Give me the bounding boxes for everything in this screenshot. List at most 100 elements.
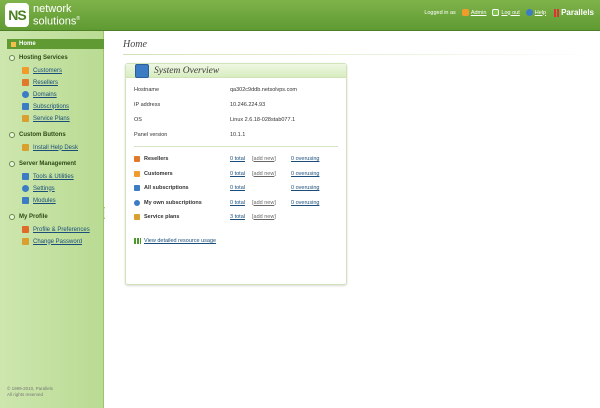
sidebar-item-customers[interactable]: Customers	[22, 67, 62, 74]
resource-total-link[interactable]: 0 total	[230, 171, 245, 177]
group-label: Custom Buttons	[19, 132, 66, 138]
resource-overusing-link[interactable]: 0 overusing	[291, 200, 319, 206]
resource-add-new[interactable]: [add new]	[252, 200, 276, 206]
logo-mark: NS	[5, 3, 29, 27]
logged-in-as-label: Logged in as	[424, 9, 456, 16]
tools-icon	[22, 173, 29, 180]
group-label: Hosting Services	[19, 55, 68, 61]
sidebar-item-label[interactable]: Domains	[33, 92, 57, 98]
sidebar-item-label[interactable]: Tools & Utilities	[33, 174, 74, 180]
help-desk-icon	[22, 144, 29, 151]
resource-add-new[interactable]: [add new]	[252, 171, 276, 177]
main-content: Home System Overview Hostname qa302c9ddb…	[105, 31, 600, 408]
sidebar-item-settings[interactable]: Settings	[22, 185, 55, 192]
subscriptions-icon	[134, 185, 140, 191]
parallels-brand[interactable]: Parallels	[554, 8, 594, 17]
sidebar-item-profile-preferences[interactable]: Profile & Preferences	[22, 226, 90, 233]
title-divider	[123, 54, 595, 55]
info-value: qa302c9ddb.netsolvps.com	[230, 87, 297, 93]
sidebar-item-service-plans[interactable]: Service Plans	[22, 115, 70, 122]
sidebar-item-label[interactable]: Resellers	[33, 80, 58, 86]
sidebar: Home Hosting Services Customers Reseller…	[0, 31, 104, 408]
logout-icon	[492, 9, 500, 16]
group-label: My Profile	[19, 214, 48, 220]
group-my-profile[interactable]: My Profile	[9, 214, 48, 220]
group-server-management[interactable]: Server Management	[9, 161, 76, 167]
brand-label: Parallels	[561, 8, 594, 17]
collapse-group-icon	[9, 132, 15, 138]
sidebar-item-label[interactable]: Profile & Preferences	[33, 227, 90, 233]
help-label[interactable]: Help	[535, 10, 546, 16]
logout-link[interactable]: Log out	[492, 9, 520, 16]
resource-usage-link[interactable]: View detailed resource usage	[134, 238, 216, 244]
resource-total-link[interactable]: 0 total	[230, 156, 245, 162]
sidebar-item-subscriptions[interactable]: Subscriptions	[22, 103, 69, 110]
service-plans-icon	[22, 115, 29, 122]
info-label: Hostname	[134, 87, 160, 93]
system-overview-icon	[135, 64, 149, 78]
resource-total-link[interactable]: 0 total	[230, 185, 245, 191]
info-value: 10.1.1	[230, 132, 246, 138]
sidebar-item-tools-utilities[interactable]: Tools & Utilities	[22, 173, 74, 180]
sidebar-item-modules[interactable]: Modules	[22, 197, 56, 204]
sidebar-item-home[interactable]: Home	[7, 39, 104, 49]
sidebar-item-change-password[interactable]: Change Password	[22, 238, 82, 245]
info-label: Panel version	[134, 132, 168, 138]
resource-name: All subscriptions	[144, 185, 189, 191]
sidebar-item-label[interactable]: Modules	[33, 198, 56, 204]
group-label: Server Management	[19, 161, 77, 167]
resource-name: My own subscriptions	[144, 200, 202, 206]
settings-icon	[22, 185, 29, 192]
resource-overusing-link[interactable]: 0 overusing	[291, 185, 319, 191]
panel-header: System Overview	[126, 64, 346, 78]
resource-usage-label[interactable]: View detailed resource usage	[144, 238, 216, 244]
service-plans-icon	[134, 214, 140, 220]
profile-icon	[22, 226, 29, 233]
modules-icon	[22, 197, 29, 204]
resource-add-new[interactable]: [add new]	[252, 156, 276, 162]
logout-label[interactable]: Log out	[501, 10, 519, 16]
copyright: © 1999-2010, Parallels All rights reserv…	[7, 386, 53, 398]
logo-line1: network	[33, 2, 72, 15]
customers-icon	[22, 67, 29, 74]
sidebar-item-label[interactable]: Change Password	[33, 239, 82, 245]
system-overview-panel: System Overview Hostname qa302c9ddb.nets…	[125, 63, 347, 285]
resource-overusing-link[interactable]: 0 overusing	[291, 156, 319, 162]
password-icon	[22, 238, 29, 245]
customers-icon	[134, 171, 140, 177]
info-label: IP address	[134, 102, 161, 108]
logo-text: network solutions®	[33, 2, 81, 28]
sidebar-item-label[interactable]: Customers	[33, 68, 62, 74]
sidebar-item-label[interactable]: Subscriptions	[33, 104, 69, 110]
logo-line2: solutions®	[33, 15, 81, 28]
sidebar-item-install-help-desk[interactable]: Install Help Desk	[22, 144, 78, 151]
resource-total-link[interactable]: 3 total	[230, 214, 245, 220]
page-title: Home	[123, 39, 147, 50]
sidebar-item-label[interactable]: Service Plans	[33, 116, 70, 122]
group-hosting-services[interactable]: Hosting Services	[9, 55, 68, 61]
help-link[interactable]: Help	[525, 9, 546, 16]
home-icon	[11, 41, 16, 47]
resellers-icon	[134, 156, 140, 162]
user-name-link[interactable]: Admin	[471, 10, 487, 16]
resource-add-new[interactable]: [add new]	[252, 214, 276, 220]
sidebar-item-label[interactable]: Settings	[33, 186, 55, 192]
group-custom-buttons[interactable]: Custom Buttons	[9, 132, 66, 138]
collapse-group-icon	[9, 55, 15, 61]
resource-name: Resellers	[144, 156, 169, 162]
user-link[interactable]: Admin	[461, 9, 487, 16]
resource-total-link[interactable]: 0 total	[230, 200, 245, 206]
sidebar-item-label: Home	[19, 41, 36, 47]
collapse-group-icon	[9, 214, 15, 220]
resource-overusing-link[interactable]: 0 overusing	[291, 171, 319, 177]
network-solutions-logo[interactable]: NS network solutions®	[5, 3, 80, 27]
sidebar-item-resellers[interactable]: Resellers	[22, 79, 58, 86]
bar-chart-icon	[134, 238, 141, 244]
domains-icon	[22, 91, 29, 98]
sidebar-item-domains[interactable]: Domains	[22, 91, 57, 98]
panel-divider	[134, 146, 338, 147]
panel-title: System Overview	[154, 66, 220, 76]
collapse-group-icon	[9, 161, 15, 167]
info-value: 10.246.224.93	[230, 102, 266, 108]
sidebar-item-label[interactable]: Install Help Desk	[33, 145, 78, 151]
